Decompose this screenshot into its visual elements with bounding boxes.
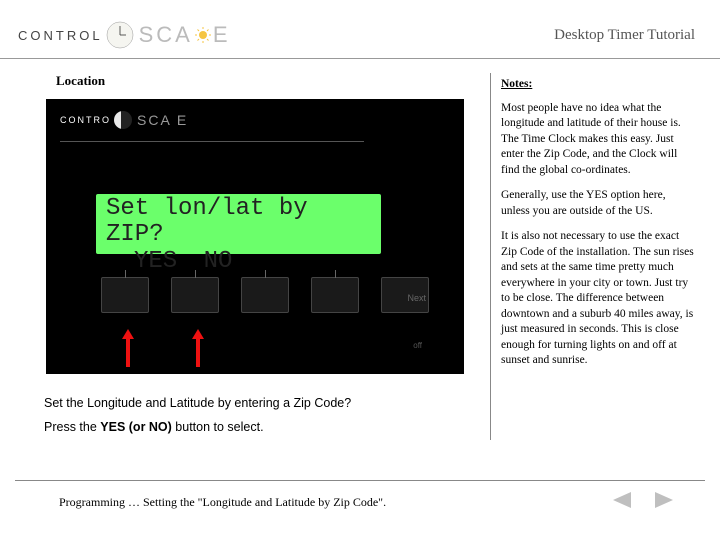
- footer: Programming … Setting the "Longitude and…: [15, 480, 705, 513]
- device-logo: CONTRO SCA E: [60, 111, 188, 129]
- device-button-2: [171, 277, 219, 313]
- caption-block: Set the Longitude and Latitude by enteri…: [44, 392, 480, 440]
- footer-text: Programming … Setting the "Longitude and…: [59, 495, 386, 510]
- page-title: Desktop Timer Tutorial: [554, 27, 695, 44]
- moon-icon: [114, 111, 132, 129]
- device-button-4: [311, 277, 359, 313]
- left-column: Location CONTRO SCA E Set lon/lat by ZIP…: [0, 73, 490, 440]
- brand-logo: CONTROL SCA E: [18, 20, 231, 50]
- lcd-display: Set lon/lat by ZIP? YES NO: [96, 194, 381, 254]
- lcd-line-1: Set lon/lat by ZIP?: [106, 196, 371, 249]
- caption-line-2: Press the YES (or NO) button to select.: [44, 416, 480, 440]
- main-content: Location CONTRO SCA E Set lon/lat by ZIP…: [0, 59, 720, 440]
- red-arrow-1: [122, 329, 134, 367]
- nav-arrows: [611, 491, 675, 513]
- logo-scape-text: SCA E: [139, 22, 231, 48]
- notes-heading: Notes:: [501, 77, 697, 93]
- caption-line-1: Set the Longitude and Latitude by enteri…: [44, 392, 480, 416]
- device-button-row: [101, 277, 429, 313]
- location-heading: Location: [56, 73, 480, 89]
- device-screenshot: CONTRO SCA E Set lon/lat by ZIP? YES NO …: [46, 99, 464, 374]
- notes-paragraph-1: Most people have no idea what the longit…: [501, 101, 697, 179]
- clock-icon: [105, 20, 135, 50]
- notes-paragraph-2: Generally, use the YES option here, unle…: [501, 188, 697, 219]
- logo-control-text: CONTROL: [18, 28, 103, 43]
- device-off-label: off: [413, 341, 422, 350]
- red-arrow-2: [192, 329, 204, 367]
- device-button-1: [101, 277, 149, 313]
- nav-prev-button[interactable]: [611, 491, 633, 513]
- notes-paragraph-3: It is also not necessary to use the exac…: [501, 229, 697, 369]
- device-next-label: Next: [407, 293, 426, 303]
- device-button-3: [241, 277, 289, 313]
- lcd-line-2: YES NO: [106, 249, 371, 275]
- sun-icon: [194, 26, 212, 44]
- triangle-left-icon: [611, 491, 633, 509]
- triangle-right-icon: [653, 491, 675, 509]
- notes-panel: Notes: Most people have no idea what the…: [490, 73, 705, 440]
- device-divider: [60, 141, 364, 142]
- nav-next-button[interactable]: [653, 491, 675, 513]
- header: CONTROL SCA E: [0, 0, 720, 59]
